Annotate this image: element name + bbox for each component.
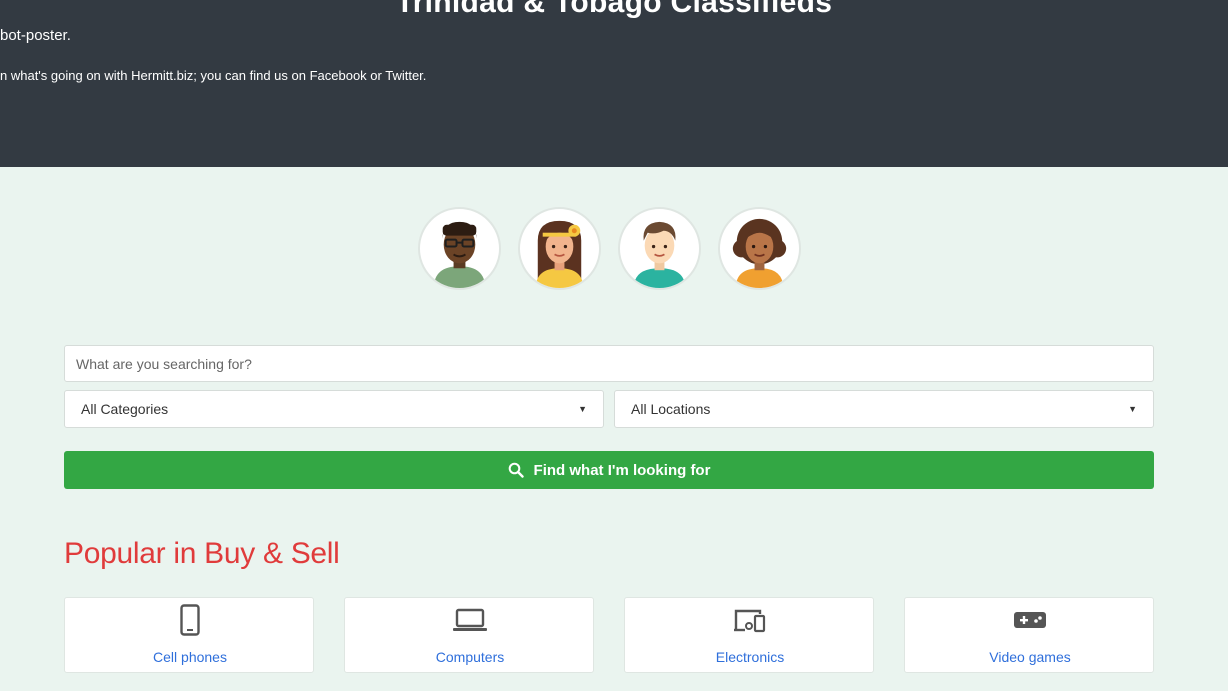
devices-icon	[625, 604, 875, 636]
category-card-electronics[interactable]: Electronics	[624, 597, 874, 673]
search-icon	[508, 462, 524, 478]
caret-down-icon: ▼	[578, 404, 587, 414]
site-title: Trinidad & Tobago Classifieds	[395, 0, 833, 19]
category-card-label[interactable]: Cell phones	[65, 649, 315, 665]
category-card-label[interactable]: Computers	[345, 649, 595, 665]
category-select-value: All Categories	[81, 401, 169, 417]
avatar-woman-curly	[718, 207, 801, 290]
category-card-video-games[interactable]: Video games	[904, 597, 1154, 673]
category-card-label[interactable]: Video games	[905, 649, 1155, 665]
location-select[interactable]: All Locations ▼	[614, 390, 1154, 428]
caret-down-icon: ▼	[1128, 404, 1137, 414]
avatar-young-man	[618, 207, 701, 290]
find-button[interactable]: Find what I'm looking for	[64, 451, 1154, 489]
popular-section-title: Popular in Buy & Sell	[64, 537, 340, 570]
cell-phone-icon	[65, 604, 315, 636]
avatar-man-glasses	[418, 207, 501, 290]
category-card-cell-phones[interactable]: Cell phones	[64, 597, 314, 673]
category-select[interactable]: All Categories ▼	[64, 390, 604, 428]
find-button-label: Find what I'm looking for	[533, 461, 711, 479]
location-select-value: All Locations	[631, 401, 711, 417]
header-banner: Trinidad & Tobago Classifieds bot-poster…	[0, 0, 1228, 167]
header-text-line-2: n what's going on with Hermitt.biz; you …	[0, 68, 427, 83]
avatar-woman-flower	[518, 207, 601, 290]
category-card-label[interactable]: Electronics	[625, 649, 875, 665]
category-card-computers[interactable]: Computers	[344, 597, 594, 673]
search-input[interactable]	[64, 345, 1154, 382]
avatar-row	[418, 207, 801, 290]
laptop-icon	[345, 604, 595, 636]
gamepad-icon	[905, 604, 1155, 636]
header-text-line-1: bot-poster.	[0, 27, 71, 44]
popular-categories: Cell phones Computers Electronics Video …	[64, 597, 1154, 673]
